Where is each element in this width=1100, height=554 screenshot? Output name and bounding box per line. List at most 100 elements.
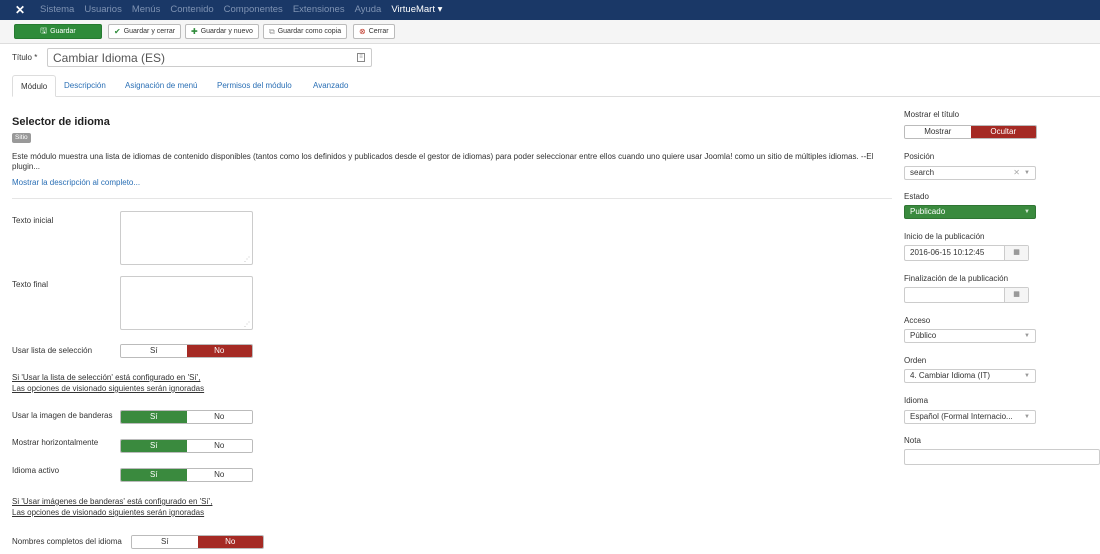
close-button[interactable]: ⊗ Cerrar [353, 24, 395, 39]
access-label: Acceso [904, 316, 931, 325]
flags-yes-option[interactable]: Sí [121, 411, 187, 423]
pretext-label: Texto inicial [12, 216, 54, 225]
menu-item-virtuemart[interactable]: VirtueMart ▾ [391, 4, 442, 15]
show-title-show-option[interactable]: Mostrar [905, 126, 971, 138]
note-input[interactable] [904, 449, 1100, 465]
show-description-link[interactable]: Mostrar la descripción al completo... [12, 178, 140, 187]
flags-no-option[interactable]: No [186, 411, 252, 423]
flags-label: Usar la imagen de banderas [12, 411, 113, 420]
posttext-textarea[interactable]: ⋰ [120, 276, 253, 330]
chevron-down-icon: ▼ [1024, 373, 1030, 379]
menu-item-extensiones[interactable]: Extensiones [293, 4, 345, 15]
close-icon: ⊗ [359, 27, 366, 36]
publish-up-field[interactable]: 2016-06-15 10:12:45 ▦ [904, 245, 1029, 261]
calculator-icon: ≡ [357, 53, 365, 62]
position-value: search [910, 168, 935, 177]
flags-note-line2: Las opciones de visionado siguientes ser… [12, 508, 205, 517]
menu-item-sistema[interactable]: Sistema [40, 4, 74, 15]
save-close-button[interactable]: ✔ Guardar y cerrar [108, 24, 182, 39]
title-label: Título * [12, 53, 38, 62]
save-icon: 🖫 [40, 25, 48, 35]
fullnames-label: Nombres completos del idioma [12, 537, 122, 546]
publish-down-label: Finalización de la publicación [904, 274, 1009, 283]
chevron-down-icon: ▼ [1024, 333, 1030, 339]
active-language-toggle: Sí No [120, 468, 253, 482]
dropdown-yes-option[interactable]: Sí [121, 345, 187, 357]
check-icon: ✔ [114, 27, 121, 36]
tab-asignacion-menu[interactable]: Asignación de menú [117, 75, 206, 97]
menu-item-contenido[interactable]: Contenido [170, 4, 213, 15]
plus-icon: ✚ [191, 27, 198, 36]
site-badge: Sitio [12, 133, 31, 143]
calendar-icon[interactable]: ▦ [1004, 288, 1028, 302]
publish-up-value: 2016-06-15 10:12:45 [910, 248, 985, 257]
horizontal-label: Mostrar horizontalmente [12, 438, 99, 447]
menu-item-ayuda[interactable]: Ayuda [355, 4, 382, 15]
status-select[interactable]: Publicado ▼ [904, 205, 1036, 219]
top-navbar: ✕ Sistema Usuarios Menús Contenido Compo… [0, 0, 1100, 20]
resize-grip-icon[interactable]: ⋰ [244, 321, 250, 328]
fullnames-no-option[interactable]: No [197, 536, 263, 548]
save-new-button[interactable]: ✚ Guardar y nuevo [185, 24, 259, 39]
module-description: Este módulo muestra una lista de idiomas… [12, 152, 874, 171]
language-select[interactable]: Español (Formal Internacio... ▼ [904, 410, 1036, 424]
toolbar: 🖫 Guardar ✔ Guardar y cerrar ✚ Guardar y… [0, 20, 1100, 44]
calendar-icon[interactable]: ▦ [1004, 246, 1028, 260]
show-title-hide-option[interactable]: Ocultar [970, 126, 1036, 138]
access-select[interactable]: Público ▼ [904, 329, 1036, 343]
dropdown-label: Usar lista de selección [12, 346, 93, 355]
menu-item-componentes[interactable]: Componentes [224, 4, 283, 15]
order-value: 4. Cambiar Idioma (IT) [910, 371, 991, 380]
active-language-yes-option[interactable]: Sí [121, 469, 187, 481]
joomla-logo-icon[interactable]: ✕ [15, 3, 29, 17]
status-value: Publicado [910, 207, 946, 216]
fullnames-yes-option[interactable]: Sí [132, 536, 198, 548]
menu-item-usuarios[interactable]: Usuarios [84, 4, 122, 15]
resize-grip-icon[interactable]: ⋰ [244, 256, 250, 263]
chevron-down-icon: ▼ [1024, 414, 1030, 420]
status-label: Estado [904, 192, 929, 201]
module-heading: Selector de idioma [12, 116, 110, 128]
language-label: Idioma [904, 396, 929, 405]
dropdown-note-line1: Si 'Usar la lista de selección' está con… [12, 373, 201, 382]
tab-bar: Módulo Descripción Asignación de menú Pe… [12, 75, 1100, 97]
menu-item-menus[interactable]: Menús [132, 4, 161, 15]
tab-avanzado[interactable]: Avanzado [305, 75, 356, 97]
note-label: Nota [904, 436, 921, 445]
show-title-label: Mostrar el título [904, 110, 960, 119]
title-value: Cambiar Idioma (ES) [53, 51, 166, 65]
publish-up-label: Inicio de la publicación [904, 232, 985, 241]
main-menu: Sistema Usuarios Menús Contenido Compone… [40, 4, 442, 15]
pretext-textarea[interactable]: ⋰ [120, 211, 253, 265]
active-language-label: Idioma activo [12, 466, 60, 475]
flags-note-line1: Si 'Usar imágenes de banderas' está conf… [12, 497, 213, 506]
save-copy-button[interactable]: ⧉ Guardar como copia [263, 24, 348, 39]
copy-icon: ⧉ [269, 26, 275, 36]
tab-modulo[interactable]: Módulo [12, 75, 57, 97]
chevron-down-icon: ▼ [1024, 209, 1030, 215]
tab-permisos[interactable]: Permisos del módulo [209, 75, 300, 97]
order-select[interactable]: 4. Cambiar Idioma (IT) ▼ [904, 369, 1036, 383]
posttext-label: Texto final [12, 280, 49, 289]
dropdown-no-option[interactable]: No [186, 345, 252, 357]
position-label: Posición [904, 152, 935, 161]
clear-icon[interactable]: ✕ [1013, 167, 1020, 179]
active-language-no-option[interactable]: No [186, 469, 252, 481]
publish-down-field[interactable]: ▦ [904, 287, 1029, 303]
title-input[interactable]: Cambiar Idioma (ES) ≡ [47, 48, 372, 67]
dropdown-toggle: Sí No [120, 344, 253, 358]
show-title-toggle: Mostrar Ocultar [904, 125, 1037, 139]
save-button[interactable]: 🖫 Guardar [14, 24, 102, 39]
horizontal-yes-option[interactable]: Sí [121, 440, 187, 452]
access-value: Público [910, 331, 937, 340]
flags-toggle: Sí No [120, 410, 253, 424]
dropdown-note-line2: Las opciones de visionado siguientes ser… [12, 384, 205, 393]
tab-descripcion[interactable]: Descripción [56, 75, 114, 97]
order-label: Orden [904, 356, 927, 365]
chevron-down-icon: ▼ [1024, 170, 1030, 176]
position-select[interactable]: search ✕ ▼ [904, 166, 1036, 180]
horizontal-no-option[interactable]: No [186, 440, 252, 452]
divider [12, 198, 892, 199]
language-value: Español (Formal Internacio... [910, 412, 1013, 421]
fullnames-toggle: Sí No [131, 535, 264, 549]
